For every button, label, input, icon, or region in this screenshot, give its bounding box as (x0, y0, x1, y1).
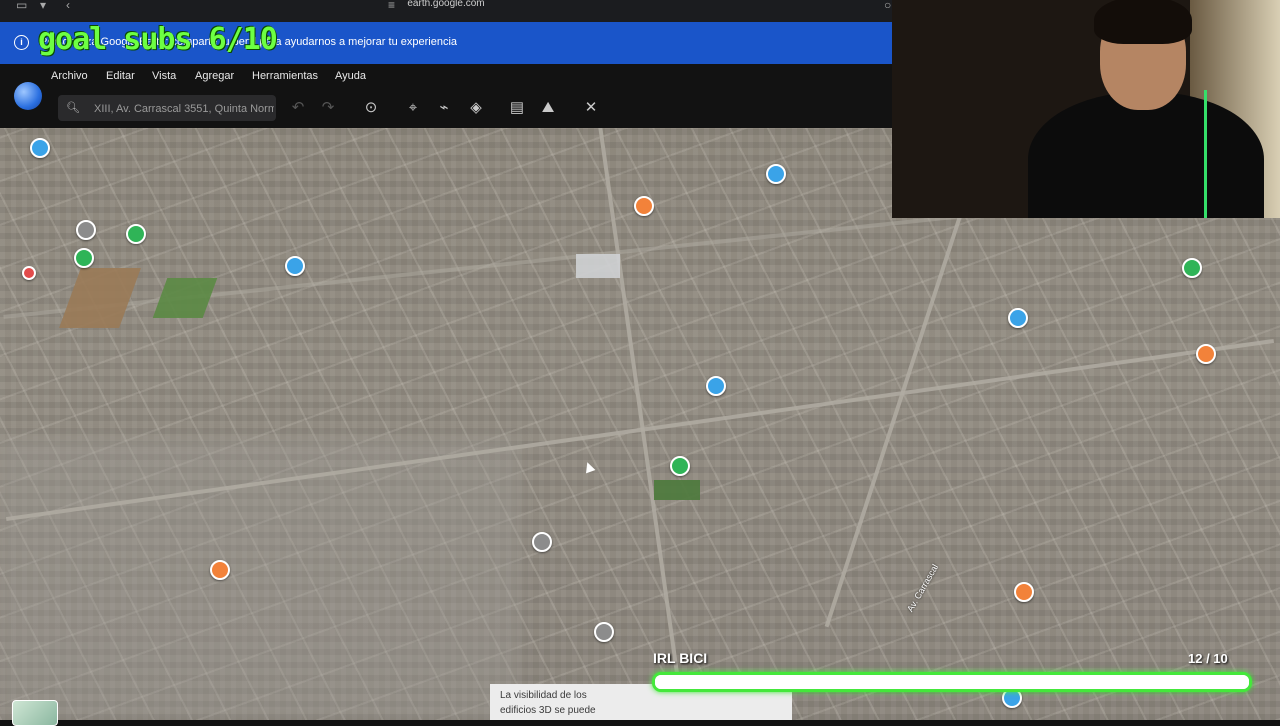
goal-label: IRL BICI (653, 650, 708, 666)
map-pin-place[interactable] (594, 622, 614, 642)
menu-agregar[interactable]: Agregar (195, 70, 234, 82)
undo-icon[interactable]: ↶ (287, 97, 309, 119)
info-icon: i (14, 35, 29, 50)
search-input[interactable] (92, 99, 276, 119)
map-pin-restaurant[interactable] (634, 196, 654, 216)
menu-ayuda[interactable]: Ayuda (335, 70, 366, 82)
chart-icon[interactable]: ⛰ (537, 97, 559, 119)
map-pin-blue[interactable] (766, 164, 786, 184)
search-icon[interactable]: ○ (884, 0, 891, 12)
map-pin-blue[interactable] (1008, 308, 1028, 328)
sports-field (152, 278, 218, 318)
path-icon[interactable]: ⌁ (433, 97, 455, 119)
map-pin-restaurant[interactable] (210, 560, 230, 580)
street-label: Av. Carrascal (904, 562, 941, 614)
map-pin-blue[interactable] (706, 376, 726, 396)
map-pin-park[interactable] (74, 248, 94, 268)
earth-logo-icon[interactable] (14, 82, 42, 110)
placemark-icon[interactable]: ⌖ (402, 97, 424, 119)
history-icon[interactable]: ⊙ (360, 97, 382, 119)
goal-progress-fill (655, 675, 1249, 689)
headset-cable (1204, 90, 1207, 218)
menu-archivo[interactable]: Archivo (51, 70, 88, 82)
park (654, 480, 700, 500)
map-pin-park[interactable] (670, 456, 690, 476)
map-pin-place[interactable] (76, 220, 96, 240)
menu-bar: Archivo Editar Vista Agregar Herramienta… (0, 64, 892, 88)
map-pin-blue[interactable] (30, 138, 50, 158)
toolbar: 🔍︎ ↶ ↷ ⊙ ⌖ ⌁ ◈ ▤ ⛰ ✕ (0, 82, 892, 128)
map-pin-blue[interactable] (285, 256, 305, 276)
menu-vista[interactable]: Vista (152, 70, 176, 82)
menu-editar[interactable]: Editar (106, 70, 135, 82)
map-pin-restaurant[interactable] (1014, 582, 1034, 602)
redo-icon[interactable]: ↷ (317, 97, 339, 119)
map-style-thumbnail[interactable] (12, 700, 58, 726)
search-box[interactable]: 🔍︎ (58, 95, 276, 121)
map-pin-hospital[interactable] (22, 266, 36, 280)
map-pin-park[interactable] (1182, 258, 1202, 278)
browser-bar: ▭ ▾ ‹ ≡ earth.google.com ○ (0, 0, 892, 22)
building (576, 254, 620, 278)
webcam-overlay (892, 0, 1280, 218)
map-pin-place[interactable] (532, 532, 552, 552)
map-pin-park[interactable] (126, 224, 146, 244)
stream-subs-overlay: goal subs 6/10 (38, 22, 278, 57)
goal-progress-bar (652, 672, 1252, 692)
search-icon[interactable]: 🔍︎ (66, 101, 80, 114)
menu-herramientas[interactable]: Herramientas (252, 70, 318, 82)
sports-field (59, 268, 141, 328)
tooltip-text: La visibilidad de los edificios 3D se pu… (500, 690, 596, 716)
streamer-body (1028, 92, 1264, 218)
streamer-hair (1094, 0, 1192, 44)
projects-icon[interactable]: ✕ (580, 97, 602, 119)
ruler-icon[interactable]: ▤ (506, 97, 528, 119)
layers-icon[interactable]: ◈ (465, 97, 487, 119)
url-bar[interactable]: earth.google.com (0, 0, 892, 9)
goal-count: 12 / 10 (1188, 651, 1228, 666)
map-pin-restaurant[interactable] (1196, 344, 1216, 364)
